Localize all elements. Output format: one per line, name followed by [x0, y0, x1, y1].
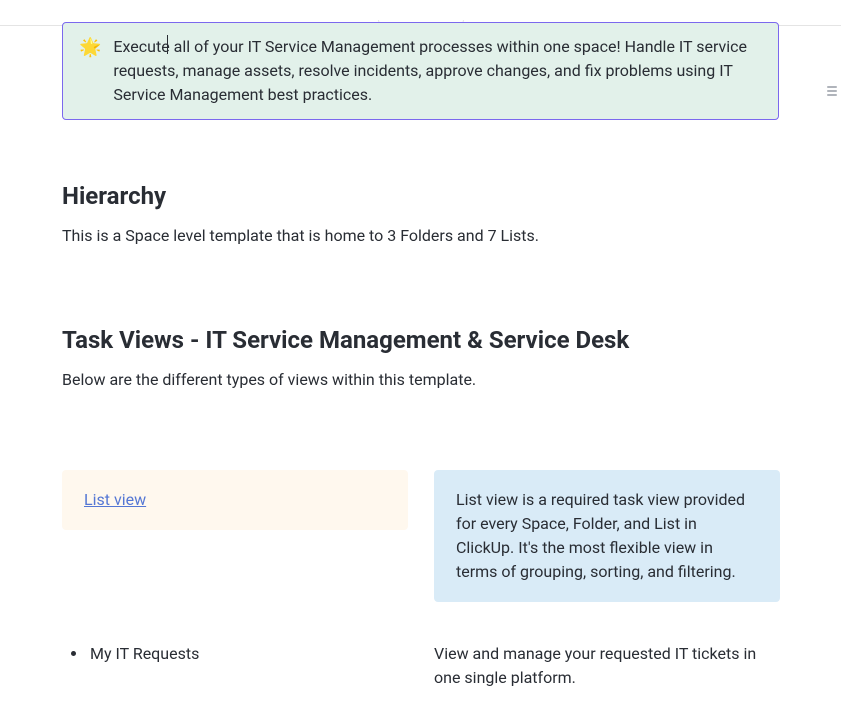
- heading-hierarchy[interactable]: Hierarchy: [62, 178, 779, 214]
- heading-task-views[interactable]: Task Views - IT Service Management & Ser…: [62, 322, 779, 358]
- my-it-requests-description[interactable]: View and manage your requested IT ticket…: [434, 642, 780, 690]
- my-it-requests-cell[interactable]: My IT Requests: [62, 642, 408, 666]
- text-cursor: [167, 35, 168, 54]
- callout-text[interactable]: Execute all of your IT Service Managemen…: [113, 35, 762, 107]
- callout-block[interactable]: 🌟 Execute all of your IT Service Managem…: [62, 22, 779, 120]
- task-views-description[interactable]: Below are the different types of views w…: [62, 368, 779, 392]
- list-view-label-cell[interactable]: List view: [62, 470, 408, 530]
- views-table-row-1: List view List view is a required task v…: [62, 470, 779, 602]
- bullet-list: My IT Requests: [62, 642, 408, 666]
- views-table-row-2: My IT Requests View and manage your requ…: [62, 642, 779, 690]
- list-item[interactable]: My IT Requests: [88, 642, 408, 666]
- hierarchy-description[interactable]: This is a Space level template that is h…: [62, 224, 779, 248]
- list-view-link[interactable]: List view: [84, 490, 146, 509]
- sparkle-icon: 🌟: [79, 35, 101, 60]
- list-view-description-cell[interactable]: List view is a required task view provid…: [434, 470, 780, 602]
